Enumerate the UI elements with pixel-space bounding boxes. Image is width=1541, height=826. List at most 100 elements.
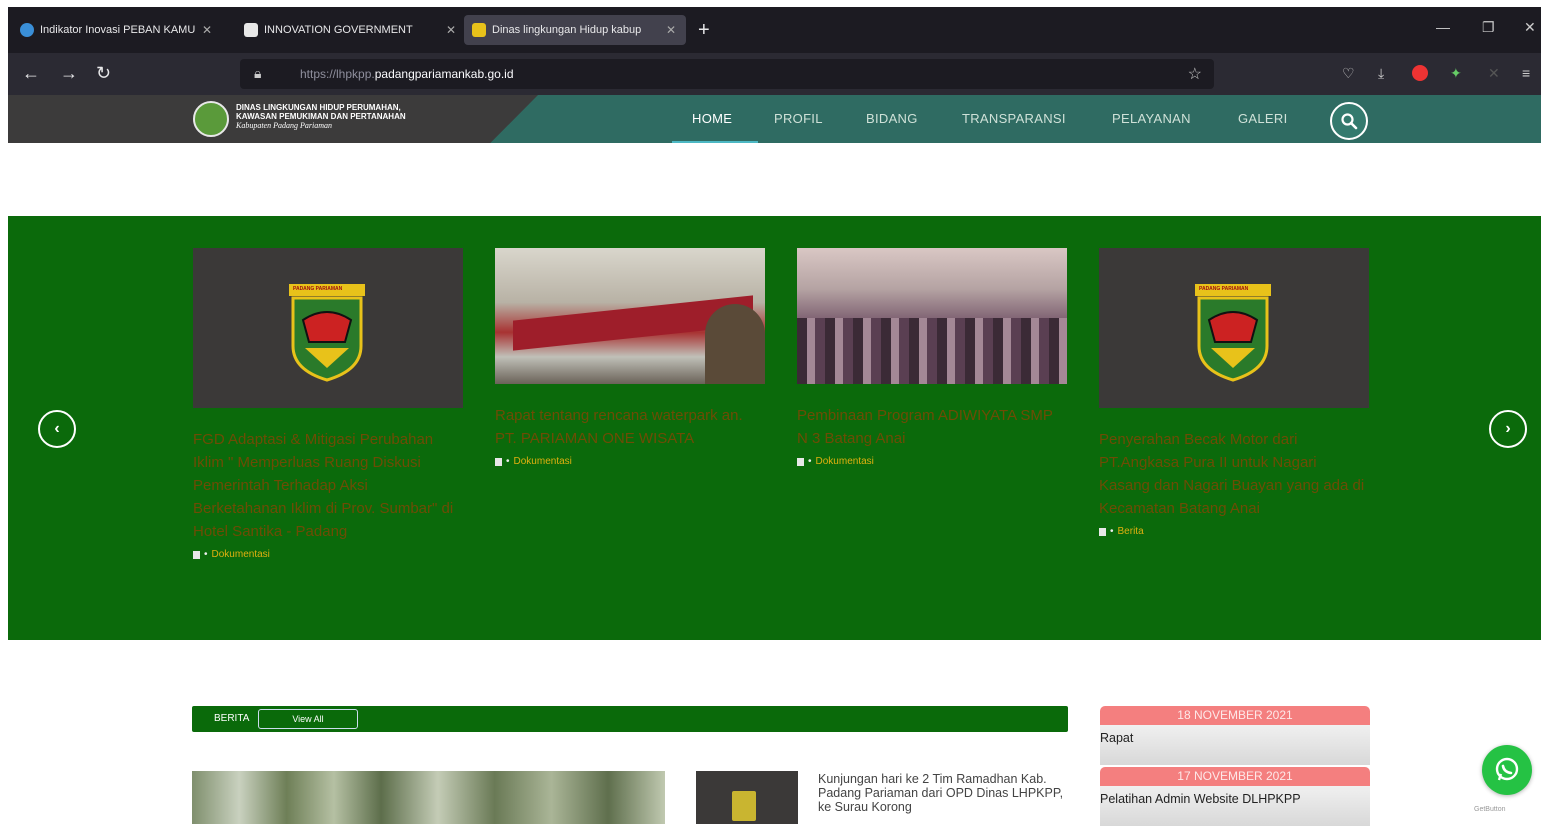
agenda-date-badge: 18 NOVEMBER 2021 (1100, 706, 1370, 725)
site-logo-text[interactable]: DINAS LINGKUNGAN HIDUP PERUMAHAN, KAWASA… (236, 103, 406, 130)
menu-home[interactable]: HOME (692, 111, 732, 126)
agenda-title[interactable]: Pelatihan Admin Website DLHPKPP (1100, 792, 1301, 806)
agenda-date-badge: 17 NOVEMBER 2021 (1100, 767, 1370, 786)
card-thumbnail[interactable] (495, 248, 765, 384)
card-category[interactable]: Berita (1118, 526, 1144, 537)
address-bar[interactable]: 🔒︎ https://lhpkpp.padangpariamankab.go.i… (240, 59, 1214, 89)
news-item-title[interactable]: Kunjungan hari ke 2 Tim Ramadhan Kab. Pa… (818, 772, 1068, 814)
card-thumbnail[interactable]: PADANG PARIAMAN (193, 248, 463, 408)
emblem-label: PADANG PARIAMAN (293, 286, 343, 292)
card-title[interactable]: Rapat tentang rencana waterpark an. PT. … (495, 404, 765, 450)
dlh-logo-icon[interactable] (193, 101, 229, 137)
minimize-icon[interactable]: — (1436, 19, 1450, 35)
tab-title: INNOVATION GOVERNMENT (264, 24, 413, 36)
menu-transparansi[interactable]: TRANSPARANSI (962, 111, 1066, 126)
navigation-toolbar: ← → ↻ 🔒︎ https://lhpkpp.padangpariamanka… (8, 53, 1541, 95)
menu-icon[interactable]: ≡ (1522, 65, 1530, 81)
extension-icon[interactable]: ✦ (1450, 65, 1462, 82)
extension-disabled-icon[interactable]: ✕ (1488, 65, 1500, 82)
category-icon (797, 457, 804, 466)
slider-card[interactable]: Rapat tentang rencana waterpark an. PT. … (495, 248, 765, 467)
tab-indikator-inovasi[interactable]: Indikator Inovasi PEBAN KAMU ✕ (12, 15, 220, 45)
org-name-line2: KAWASAN PEMUKIMAN DAN PERTANAHAN (236, 112, 406, 121)
padang-pariaman-emblem-icon (289, 284, 365, 382)
category-icon (495, 457, 502, 466)
audience-crowd (797, 318, 1067, 384)
url-text[interactable]: https://lhpkpp.padangpariamankab.go.id (300, 67, 514, 81)
padang-pariaman-emblem-icon (1195, 284, 1271, 382)
emblem-label: PADANG PARIAMAN (1199, 286, 1249, 292)
search-button[interactable] (1330, 102, 1368, 140)
card-thumbnail[interactable]: PADANG PARIAMAN (1099, 248, 1369, 408)
card-meta: • Dokumentasi (495, 456, 765, 467)
menu-profil[interactable]: PROFIL (774, 111, 823, 126)
adblock-icon[interactable] (1412, 65, 1428, 81)
chevron-right-icon: › (1505, 420, 1511, 437)
whatsapp-icon (1495, 757, 1519, 781)
back-icon[interactable]: ← (22, 63, 40, 84)
person-figure (705, 304, 765, 384)
close-tab-icon[interactable]: ✕ (666, 23, 676, 37)
slider-card[interactable]: Pembinaan Program ADIWIYATA SMP N 3 Bata… (797, 248, 1067, 467)
site-favicon-icon (20, 23, 34, 37)
berita-header-bar: BERITA View All (192, 706, 1068, 732)
bookmark-star-icon[interactable]: ☆ (1188, 64, 1202, 84)
news-item-thumbnail[interactable] (696, 771, 798, 824)
close-tab-icon[interactable]: ✕ (202, 23, 212, 37)
bullet-icon: • (808, 456, 812, 467)
card-thumbnail[interactable] (797, 248, 1067, 384)
forward-icon[interactable]: → (60, 63, 78, 84)
url-domain: padangpariamankab.go.id (374, 67, 514, 81)
chevron-left-icon: ‹ (54, 420, 60, 437)
tab-bar: Indikator Inovasi PEBAN KAMU ✕ INNOVATIO… (8, 7, 1541, 53)
card-category[interactable]: Dokumentasi (514, 456, 572, 467)
berita-label: BERITA (214, 713, 250, 724)
card-title[interactable]: Pembinaan Program ADIWIYATA SMP N 3 Bata… (797, 404, 1067, 450)
pocket-icon[interactable]: ♡ (1342, 65, 1355, 82)
card-category[interactable]: Dokumentasi (816, 456, 874, 467)
tab-dinas-lingkungan-hidup[interactable]: Dinas lingkungan Hidup kabup ✕ (464, 15, 686, 45)
slider-next-button[interactable]: › (1489, 410, 1527, 448)
menu-bidang[interactable]: BIDANG (866, 111, 918, 126)
menu-galeri[interactable]: GALERI (1238, 111, 1287, 126)
agenda-title[interactable]: Rapat (1100, 731, 1133, 745)
reload-icon[interactable]: ↻ (96, 63, 111, 84)
whatsapp-button[interactable] (1482, 745, 1532, 795)
card-meta: • Berita (1099, 526, 1369, 537)
close-tab-icon[interactable]: ✕ (446, 23, 456, 37)
lock-icon: 🔒︎ (254, 65, 262, 81)
restore-icon[interactable]: ❐ (1482, 19, 1495, 36)
bullet-icon: • (204, 549, 208, 560)
org-name-line1: DINAS LINGKUNGAN HIDUP PERUMAHAN, (236, 103, 401, 112)
card-title[interactable]: FGD Adaptasi & Mitigasi Perubahan Iklim … (193, 428, 463, 543)
close-window-icon[interactable]: ✕ (1524, 19, 1536, 36)
site-favicon-icon (472, 23, 486, 37)
slider-prev-button[interactable]: ‹ (38, 410, 76, 448)
tab-innovation-government[interactable]: INNOVATION GOVERNMENT ✕ (236, 15, 464, 45)
search-icon (1341, 113, 1358, 130)
active-menu-indicator (672, 141, 758, 143)
card-title[interactable]: Penyerahan Becak Motor dari PT.Angkasa P… (1099, 428, 1369, 520)
card-meta: • Dokumentasi (797, 456, 1067, 467)
bullet-icon: • (1110, 526, 1114, 537)
news-slider: ‹ PADANG PARIAMAN FGD Adaptasi & Mitigas… (8, 216, 1541, 640)
slider-card[interactable]: PADANG PARIAMAN Penyerahan Becak Motor d… (1099, 248, 1369, 537)
site-header: DINAS LINGKUNGAN HIDUP PERUMAHAN, KAWASA… (8, 95, 1541, 143)
news-featured-image[interactable] (192, 771, 665, 824)
download-icon[interactable]: ⤓ (1378, 65, 1384, 82)
view-all-button[interactable]: View All (258, 709, 358, 729)
category-icon (1099, 527, 1106, 536)
url-prefix: https://lhpkpp. (300, 67, 375, 81)
org-region: Kabupaten Padang Pariaman (236, 121, 332, 130)
new-tab-icon[interactable]: + (698, 19, 710, 42)
card-meta: • Dokumentasi (193, 549, 463, 560)
bullet-icon: • (506, 456, 510, 467)
card-category[interactable]: Dokumentasi (212, 549, 270, 560)
menu-pelayanan[interactable]: PELAYANAN (1112, 111, 1191, 126)
agenda-item[interactable] (1100, 725, 1370, 765)
tab-title: Indikator Inovasi PEBAN KAMU (40, 24, 196, 36)
slider-card[interactable]: PADANG PARIAMAN FGD Adaptasi & Mitigasi … (193, 248, 463, 560)
emblem-icon (732, 791, 756, 821)
getbutton-credit[interactable]: GetButton (1474, 806, 1506, 813)
category-icon (193, 550, 200, 559)
